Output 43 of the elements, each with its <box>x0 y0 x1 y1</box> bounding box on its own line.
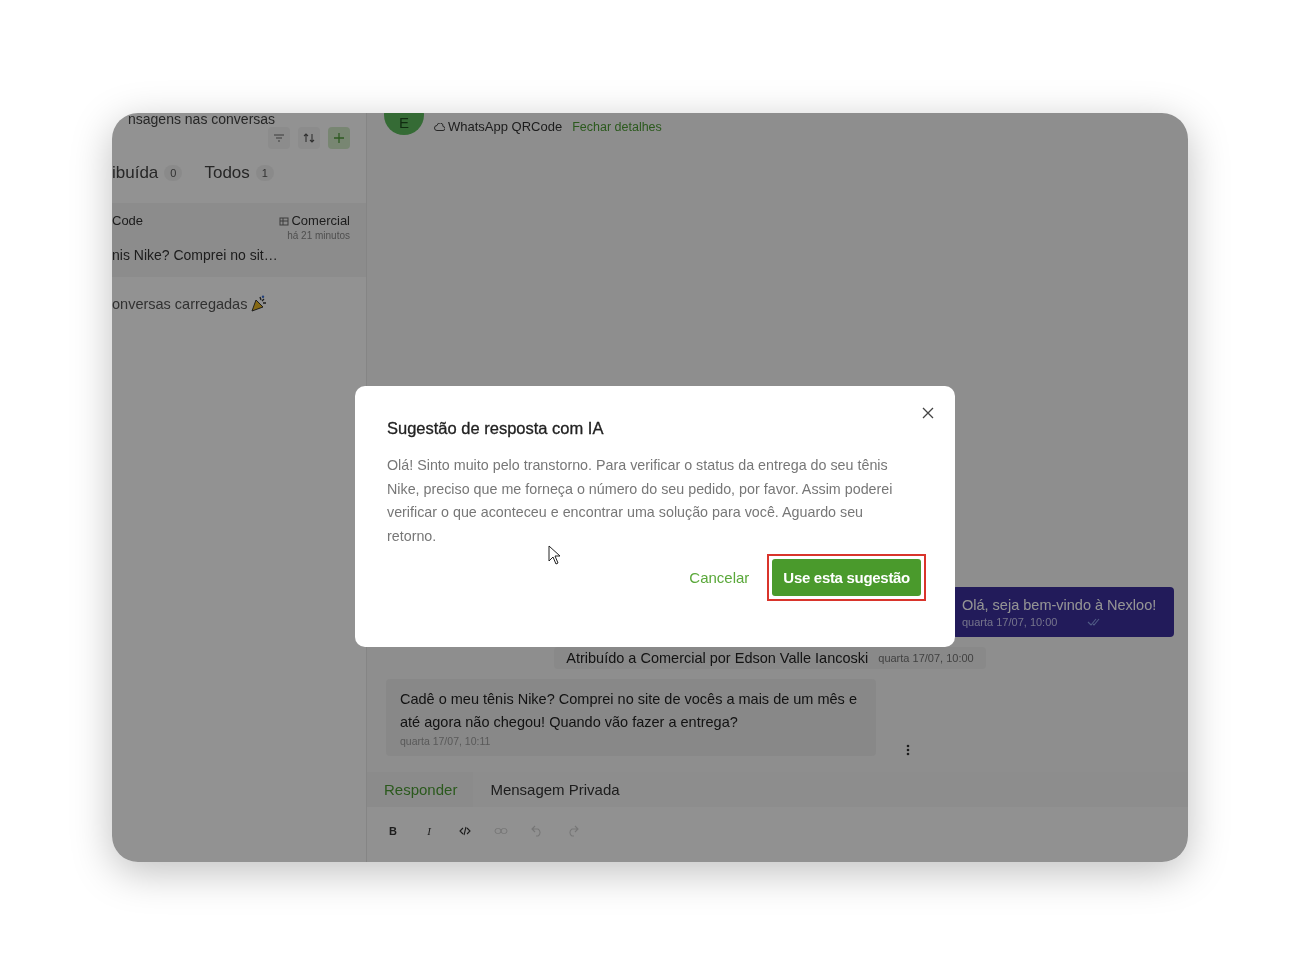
filter-icon <box>274 134 284 142</box>
double-check-icon <box>1087 618 1102 626</box>
tab-label: ibuída <box>112 163 159 183</box>
plus-icon <box>334 133 344 143</box>
italic-button[interactable]: I <box>420 822 438 840</box>
party-popper-icon <box>251 295 269 312</box>
cancel-button[interactable]: Cancelar <box>689 569 750 586</box>
conversation-preview: nis Nike? Comprei no sit… <box>112 247 279 263</box>
tab-label: Todos <box>204 163 250 183</box>
undo-icon <box>531 825 543 837</box>
close-button[interactable] <box>921 406 935 420</box>
sort-button[interactable] <box>298 127 320 149</box>
sidebar-heading: nsagens nas conversas <box>127 113 277 127</box>
redo-icon <box>567 825 579 837</box>
message-time: quarta 17/07, 10:00 <box>962 616 1058 628</box>
message-text: Olá, seja bem-vindo à Nexloo! <box>962 597 1157 613</box>
suggestion-text: Olá! Sinto muito pelo transtorno. Para verificar o status da entrega do seu tênis Nike, preciso que me forneça o número do seu pedido, por favor. Assim poderei verificar o que aconteceu e encontrar uma solução para você. Aguardo seu retorno. <box>387 456 894 546</box>
filter-tab[interactable]: Todos 1 <box>204 163 274 183</box>
code-icon <box>459 826 471 836</box>
note-text: Atribuído a Comercial por Edson Valle Iancoski <box>566 650 869 666</box>
conversation-channel: Code <box>112 213 145 228</box>
note-time: quarta 17/07, 10:00 <box>878 652 974 664</box>
inbox-icon <box>279 215 290 226</box>
contact-avatar: E <box>384 113 424 135</box>
bold-button[interactable]: B <box>384 822 402 840</box>
filter-button[interactable] <box>268 127 290 149</box>
dialog-title: Sugestão de resposta com IA <box>387 419 605 438</box>
more-options-icon[interactable] <box>906 744 910 756</box>
count-badge: 0 <box>164 165 183 181</box>
queue-label: Comercial <box>291 213 350 228</box>
mouse-cursor-icon <box>548 545 561 565</box>
filter-tab[interactable]: ibuída 0 <box>112 163 183 183</box>
cloud-icon <box>434 122 445 131</box>
loaded-message: onversas carregadas <box>112 295 248 312</box>
message-text: Cadê o meu tênis Nike? Comprei no site de vocês a mais de um mês e até agora não chegou! Quando vão fazer a entrega? <box>400 690 858 732</box>
link-icon <box>494 827 508 835</box>
close-details-link[interactable]: Fechar detalhes <box>572 120 662 134</box>
channel-name: WhatsApp QRCode <box>448 119 563 134</box>
sort-icon <box>303 133 315 143</box>
use-suggestion-button[interactable]: Use esta sugestão <box>772 559 921 596</box>
count-badge: 1 <box>255 165 274 181</box>
composer-tab[interactable]: Mensagem Privada <box>473 772 636 807</box>
add-button[interactable] <box>328 127 350 149</box>
